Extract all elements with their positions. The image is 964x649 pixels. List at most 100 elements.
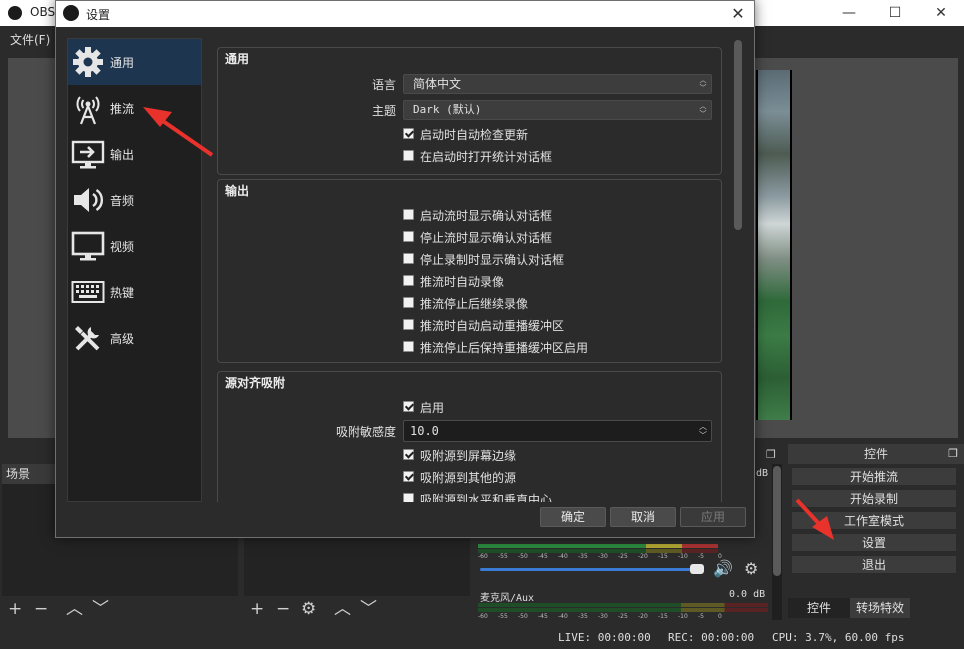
speaker-mute-icon[interactable]: 🔊 xyxy=(713,560,733,578)
desktop-volume-handle[interactable] xyxy=(690,564,704,574)
sidebar-item-label: 视频 xyxy=(110,240,135,254)
sidebar-item-label: 高级 xyxy=(110,332,135,346)
mixer-channel-name: 麦克风/Aux xyxy=(480,593,535,604)
checkbox-label: 吸附源到屏幕边缘 xyxy=(420,449,517,463)
general-group: 通用 语言 简体中文 ︿ ﹀ 主题 Dark (默认) ︿ ﹀ 启动时自动检查更新 … xyxy=(217,47,722,175)
mixer-tick-label: -10 xyxy=(678,553,688,560)
studio-mode-button[interactable]: 工作室模式 xyxy=(791,511,957,530)
checkbox-box[interactable] xyxy=(403,297,414,308)
source-move-down-icon[interactable]: ﹀ xyxy=(360,600,377,618)
remove-scene-icon[interactable]: − xyxy=(34,600,48,618)
apply-button[interactable]: 应用 xyxy=(680,507,746,527)
checkbox-box[interactable] xyxy=(403,319,414,330)
sidebar-item-output[interactable]: 输出 xyxy=(68,131,201,177)
mixer-tick-label: -10 xyxy=(678,613,688,620)
source-properties-gear-icon[interactable]: ⚙ xyxy=(301,600,316,618)
checkbox-label: 启动时自动检查更新 xyxy=(420,128,529,142)
spin-arrows-icon[interactable]: ︿ ﹀ xyxy=(698,422,708,440)
move-up-icon[interactable]: ︿ xyxy=(66,600,83,618)
mixer-settings-gear-icon[interactable]: ⚙ xyxy=(744,560,758,578)
checkbox-label: 停止录制时显示确认对话框 xyxy=(420,253,565,267)
mixer-tick-label: -15 xyxy=(658,553,668,560)
output-group-title: 输出 xyxy=(225,184,250,198)
mixer-float-icon[interactable]: ❐ xyxy=(766,446,776,464)
controls-float-icon[interactable]: ❐ xyxy=(948,444,958,464)
settings-titlebar: 设置 ✕ xyxy=(56,1,754,27)
mixer-scrollbar[interactable] xyxy=(772,464,782,620)
mixer-tick-label: -20 xyxy=(638,553,648,560)
tab-controls[interactable]: 控件 xyxy=(788,598,850,618)
sidebar-item-hotkeys[interactable]: 热键 xyxy=(68,269,201,315)
mixer-tick-label: -55 xyxy=(498,613,508,620)
checkbox-box[interactable] xyxy=(403,253,414,264)
controls-dock-title: 控件 xyxy=(863,447,888,461)
theme-select[interactable]: Dark (默认) ︿ ﹀ xyxy=(403,100,712,120)
sidebar-item-advanced[interactable]: 高级 xyxy=(68,315,201,361)
cpu-fps-readout: CPU: 3.7%, 60.00 fps xyxy=(772,631,905,644)
ok-button[interactable]: 确定 xyxy=(540,507,606,527)
preview-video-source[interactable] xyxy=(756,70,792,420)
mixer-tick-label: -25 xyxy=(618,613,628,620)
desktop-volume-slider[interactable] xyxy=(480,568,700,571)
checkbox-box[interactable] xyxy=(403,231,414,242)
checkbox-box[interactable] xyxy=(403,401,414,412)
cancel-button[interactable]: 取消 xyxy=(610,507,676,527)
mixer-tick-label: -50 xyxy=(518,613,528,620)
checkbox-box[interactable] xyxy=(403,209,414,220)
settings-button[interactable]: 设置 xyxy=(791,533,957,552)
checkbox-label: 推流时自动录像 xyxy=(420,275,505,289)
mixer-tick-label: -25 xyxy=(618,553,628,560)
tab-transitions[interactable]: 转场特效 xyxy=(850,598,910,618)
minimize-button[interactable]: — xyxy=(826,0,872,26)
settings-scrollbar[interactable] xyxy=(732,38,744,502)
mixer-tick-label: -5 xyxy=(698,613,704,620)
add-source-icon[interactable]: + xyxy=(250,600,264,618)
checkbox-label: 启用 xyxy=(420,401,445,415)
maximize-button[interactable]: ☐ xyxy=(872,0,918,26)
mixer-tick-label: -45 xyxy=(538,613,548,620)
mixer-tick-label: -35 xyxy=(578,553,588,560)
checkbox-box[interactable] xyxy=(403,449,414,460)
mixer-tick-label: -45 xyxy=(538,553,548,560)
start-recording-button[interactable]: 开始录制 xyxy=(791,489,957,508)
general-group-title: 通用 xyxy=(225,52,250,66)
settings-dialog: 设置 ✕ 通用 推流 输出 音频 视频 热键 高级 通用 语言 简体中文 ︿ ﹀… xyxy=(55,0,755,538)
remove-source-icon[interactable]: − xyxy=(276,600,290,618)
sidebar-item-stream[interactable]: 推流 xyxy=(68,85,201,131)
source-move-up-icon[interactable]: ︿ xyxy=(334,600,351,618)
combo-arrows-icon: ︿ ﹀ xyxy=(699,76,707,92)
move-down-icon[interactable]: ﹀ xyxy=(92,600,109,618)
sidebar-item-audio[interactable]: 音频 xyxy=(68,177,201,223)
sources-list[interactable] xyxy=(244,538,470,596)
settings-scrollbar-thumb[interactable] xyxy=(734,40,742,230)
sidebar-item-general[interactable]: 通用 xyxy=(68,39,201,85)
sidebar-item-label: 音频 xyxy=(110,194,135,208)
language-select[interactable]: 简体中文 ︿ ﹀ xyxy=(403,74,712,94)
sidebar-item-label: 推流 xyxy=(110,102,135,116)
checkbox-box[interactable] xyxy=(403,150,414,161)
menu-file[interactable]: 文件(F) xyxy=(10,31,50,48)
start-streaming-button[interactable]: 开始推流 xyxy=(791,467,957,486)
checkbox-box[interactable] xyxy=(403,341,414,352)
checkbox-label: 在启动时打开统计对话框 xyxy=(420,150,553,164)
exit-button[interactable]: 退出 xyxy=(791,555,957,574)
checkbox-box[interactable] xyxy=(403,128,414,139)
checkbox-box[interactable] xyxy=(403,493,414,502)
add-scene-icon[interactable]: + xyxy=(8,600,22,618)
mixer-tick-label: -40 xyxy=(558,553,568,560)
mixer-ticks-mic: -60 -55 -50 -45 -40 -35 -30 -25 -20 -15 -10 -5 0 xyxy=(478,613,768,621)
mixer-tick-label: -30 xyxy=(598,613,608,620)
mixer-tick-label: -55 xyxy=(498,553,508,560)
checkbox-box[interactable] xyxy=(403,275,414,286)
snap-sensitivity-input[interactable]: 10.0 ︿ ﹀ xyxy=(403,420,712,442)
mixer-tick-label: -30 xyxy=(598,553,608,560)
sidebar-item-video[interactable]: 视频 xyxy=(68,223,201,269)
settings-close-button[interactable]: ✕ xyxy=(722,1,754,27)
close-button[interactable]: ✕ xyxy=(918,0,964,26)
keyboard-icon xyxy=(71,281,105,303)
checkbox-box[interactable] xyxy=(403,471,414,482)
mixer-tick-label: -60 xyxy=(478,613,488,620)
mixer-meter-mic-1 xyxy=(478,603,768,607)
combo-arrows-icon: ︿ ﹀ xyxy=(699,102,707,118)
checkbox-label: 停止流时显示确认对话框 xyxy=(420,231,553,245)
